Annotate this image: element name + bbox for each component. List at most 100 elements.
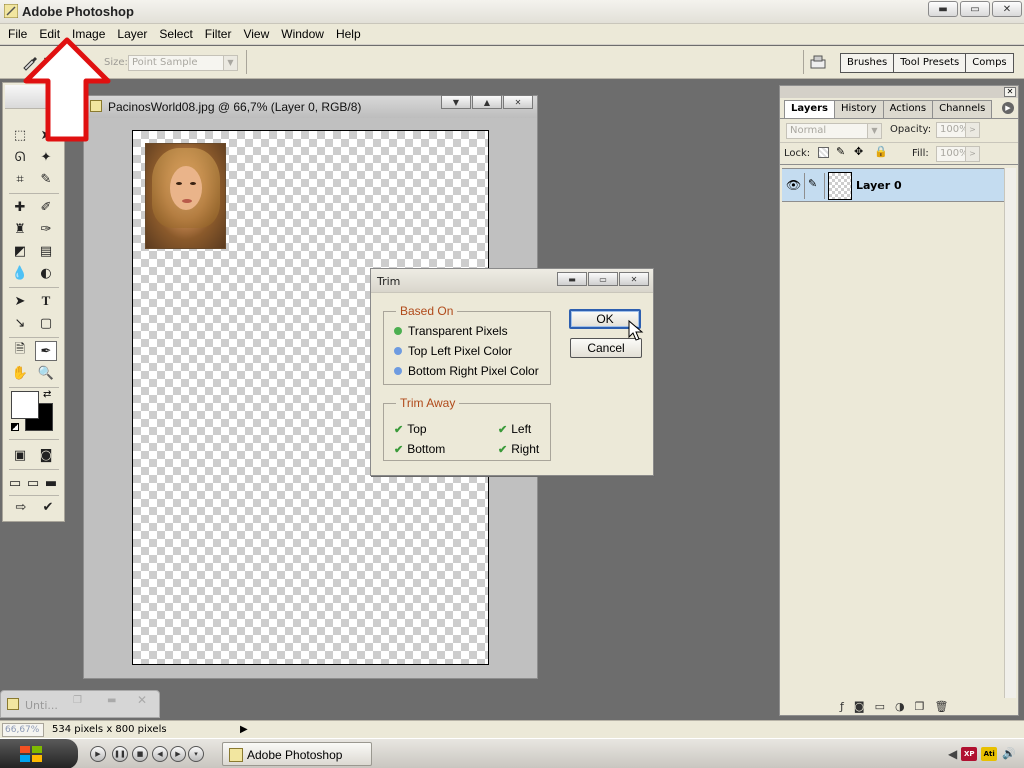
minimize-button[interactable]: ▬: [928, 1, 958, 17]
dialog-minimize-button[interactable]: ▬: [557, 272, 587, 286]
opacity-input[interactable]: 100% >: [936, 122, 980, 138]
radio-top-left-pixel-color[interactable]: Top Left Pixel Color: [394, 344, 512, 358]
layer-row[interactable]: 👁 ✎ Layer 0: [782, 168, 1004, 202]
layer-mask-icon[interactable]: ◙: [854, 700, 865, 713]
palette-tab-brushes[interactable]: Brushes: [841, 54, 895, 72]
windows-logo-icon: [20, 746, 42, 762]
maximize-icon[interactable]: ▬: [107, 695, 116, 706]
radio-transparent-pixels[interactable]: Transparent Pixels: [394, 324, 508, 338]
radio-bottom-right-pixel-color[interactable]: Bottom Right Pixel Color: [394, 364, 539, 378]
zoom-tool-icon[interactable]: 🔍: [35, 363, 57, 383]
healing-brush-tool-icon[interactable]: ✚: [9, 197, 31, 217]
layer-style-icon[interactable]: ƒ: [840, 700, 844, 713]
minimized-document[interactable]: Unti... ❐ ▬ ✕: [0, 690, 160, 718]
new-group-icon[interactable]: ▭: [875, 700, 885, 713]
checkbox-right[interactable]: ✔ Right: [498, 442, 539, 456]
lock-position-icon[interactable]: ✥: [854, 145, 863, 158]
standard-mode-icon[interactable]: ▣: [9, 445, 31, 465]
eye-visibility-icon[interactable]: 👁: [786, 178, 801, 192]
tab-history[interactable]: History: [834, 100, 884, 118]
path-selection-tool-icon[interactable]: ➤: [9, 291, 31, 311]
screen-mode-standard-icon[interactable]: ▭: [7, 473, 23, 493]
quick-mask-mode-icon[interactable]: ◙: [35, 445, 57, 465]
media-play-icon[interactable]: ▶: [90, 746, 106, 762]
adjustment-layer-icon[interactable]: ◑: [895, 700, 905, 713]
media-volume-icon[interactable]: ▾: [188, 746, 204, 762]
close-icon[interactable]: ✕: [137, 693, 147, 707]
gradient-tool-icon[interactable]: ▤: [35, 241, 57, 261]
dialog-maximize-button[interactable]: ▭: [588, 272, 618, 286]
toolbox-separator: [9, 287, 59, 288]
notes-tool-icon[interactable]: 🗎: [9, 341, 31, 361]
tab-layers[interactable]: Layers: [784, 100, 835, 118]
opacity-slider-icon: >: [965, 123, 979, 137]
media-stop-icon[interactable]: ■: [132, 746, 148, 762]
dodge-tool-icon[interactable]: ◐: [35, 263, 57, 283]
close-button[interactable]: ✕: [992, 1, 1022, 17]
tab-channels[interactable]: Channels: [932, 100, 993, 118]
new-layer-icon[interactable]: ❐: [915, 700, 925, 713]
sample-size-dropdown[interactable]: Point Sample ▼: [128, 55, 238, 71]
palette-tab-comps[interactable]: Comps: [966, 54, 1012, 72]
lock-all-icon[interactable]: 🔒: [874, 145, 888, 158]
palette-well-icon[interactable]: [808, 52, 828, 72]
fill-input[interactable]: 100% >: [936, 146, 980, 162]
type-tool-icon[interactable]: T: [35, 291, 57, 311]
tray-volume-icon[interactable]: 🔊: [1001, 747, 1017, 761]
eyedropper-tool-icon[interactable]: ✒: [35, 341, 57, 361]
edit-in-imageready-icon[interactable]: ✔: [37, 497, 59, 517]
layers-scrollbar[interactable]: [1004, 168, 1016, 698]
document-close-button[interactable]: ✕: [503, 95, 533, 109]
hand-tool-icon[interactable]: ✋: [9, 363, 31, 383]
lock-transparency-icon[interactable]: [818, 147, 829, 158]
menu-view[interactable]: View: [237, 27, 275, 41]
default-colors-icon[interactable]: [11, 423, 19, 431]
clone-stamp-tool-icon[interactable]: ♜: [9, 219, 31, 239]
lasso-tool-icon[interactable]: ᘏ: [9, 147, 31, 167]
taskbar-item-photoshop[interactable]: Adobe Photoshop: [222, 742, 372, 766]
status-menu-arrow-icon[interactable]: ▶: [240, 724, 248, 735]
trash-icon[interactable]: 🗑: [934, 700, 948, 713]
palette-menu-icon[interactable]: ▶: [1002, 102, 1014, 114]
menu-filter[interactable]: Filter: [199, 27, 238, 41]
dialog-close-button[interactable]: ✕: [619, 272, 649, 286]
menu-select[interactable]: Select: [153, 27, 198, 41]
history-brush-tool-icon[interactable]: ✑: [35, 219, 57, 239]
menu-window[interactable]: Window: [275, 27, 330, 41]
document-maximize-button[interactable]: ▲: [472, 95, 502, 109]
pen-tool-icon[interactable]: ↘: [9, 313, 31, 333]
screen-mode-full-menu-icon[interactable]: ▭: [25, 473, 41, 493]
screen-mode-full-icon[interactable]: ▬: [43, 473, 59, 493]
menu-help[interactable]: Help: [330, 27, 367, 41]
eraser-tool-icon[interactable]: ◩: [9, 241, 31, 261]
lock-pixels-icon[interactable]: ✎: [836, 145, 845, 158]
jump-to-imageready-icon[interactable]: ⇨: [9, 497, 33, 517]
media-next-icon[interactable]: ▶: [170, 746, 186, 762]
brush-tool-icon[interactable]: ✐: [35, 197, 57, 217]
menu-layer[interactable]: Layer: [111, 27, 153, 41]
tray-back-icon[interactable]: ◀: [948, 747, 957, 761]
checkbox-bottom[interactable]: ✔ Bottom: [394, 442, 445, 456]
tab-actions[interactable]: Actions: [882, 100, 934, 118]
palette-tab-tool-presets[interactable]: Tool Presets: [894, 54, 967, 72]
swap-colors-icon[interactable]: ⇄: [43, 389, 51, 400]
blend-mode-dropdown[interactable]: Normal ▼: [786, 123, 882, 139]
foreground-color-swatch[interactable]: [11, 391, 39, 419]
palette-close-button[interactable]: ✕: [1004, 87, 1016, 97]
slice-tool-icon[interactable]: ✎: [35, 169, 57, 189]
blur-tool-icon[interactable]: 💧: [9, 263, 31, 283]
magic-wand-tool-icon[interactable]: ✦: [35, 147, 57, 167]
shape-tool-icon[interactable]: ▢: [35, 313, 57, 333]
start-button[interactable]: [0, 739, 78, 768]
checkbox-left[interactable]: ✔ Left: [498, 422, 531, 436]
media-pause-icon[interactable]: ❚❚: [112, 746, 128, 762]
tray-xp-icon[interactable]: XP: [961, 747, 978, 761]
tray-ati-icon[interactable]: Ati: [981, 747, 998, 761]
zoom-level-field[interactable]: 66,67%: [2, 723, 44, 737]
restore-button[interactable]: ▭: [960, 1, 990, 17]
restore-icon[interactable]: ❐: [73, 695, 82, 706]
checkbox-top[interactable]: ✔ Top: [394, 422, 427, 436]
media-previous-icon[interactable]: ◀: [152, 746, 168, 762]
document-minimize-button[interactable]: ▼: [441, 95, 471, 109]
crop-tool-icon[interactable]: ⌗: [9, 169, 31, 189]
